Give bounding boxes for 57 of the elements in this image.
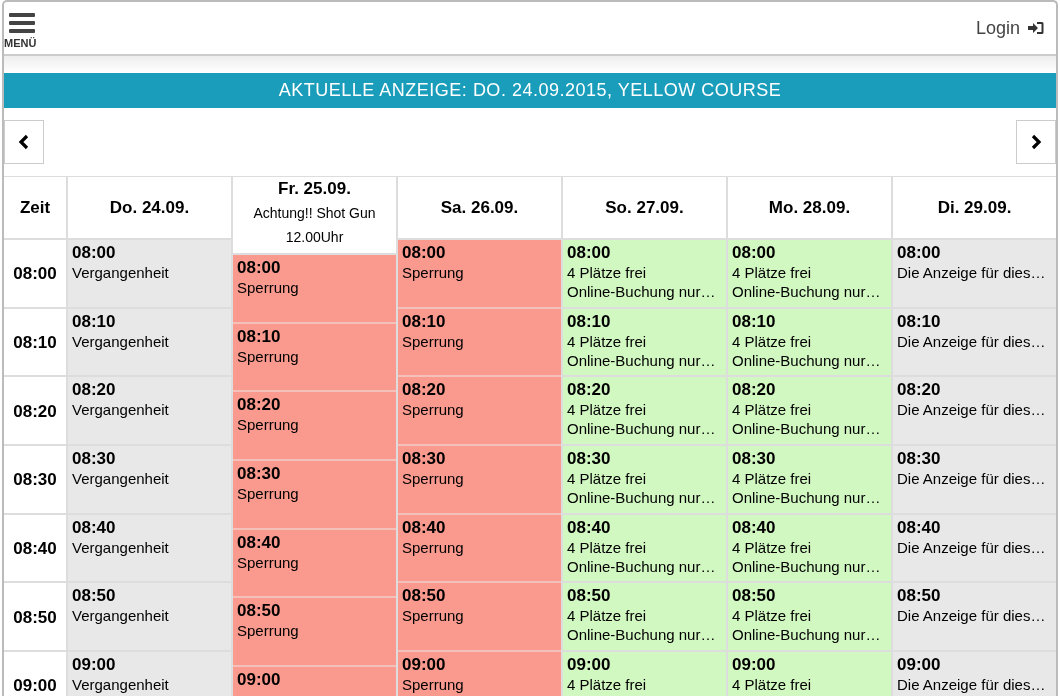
blocked-slot-cell[interactable]: 08:10 Sperrung [398, 308, 561, 378]
free-slot-cell[interactable]: 09:00 4 Plätze frei [728, 652, 891, 696]
previous-button[interactable] [4, 120, 44, 164]
blocked-slot-cell[interactable]: 08:50 Sperrung [398, 583, 561, 653]
time-label: 08:10 [4, 308, 66, 378]
past-slot-cell[interactable]: 08:40 Vergangenheit [68, 514, 231, 584]
free-slot-cell[interactable]: 08:40 4 Plätze frei Online-Buchung nur… [563, 514, 726, 584]
blocked-slot-cell[interactable]: 08:30 Sperrung [398, 446, 561, 515]
time-label: 08:20 [4, 377, 66, 447]
current-view-banner: AKTUELLE ANZEIGE: DO. 24.09.2015, YELLOW COURSE [4, 73, 1056, 108]
past-slot-cell[interactable]: 08:00 Vergangenheit [68, 240, 231, 309]
blocked-slot-cell[interactable]: 08:30 Sperrung [233, 461, 396, 530]
login-button[interactable]: Login [971, 13, 1048, 43]
blocked-slot-cell[interactable]: 09:00 [233, 667, 396, 696]
free-slot-cell[interactable]: 08:30 4 Plätze frei Online-Buchung nur… [563, 446, 726, 515]
blocked-slot-cell[interactable]: 08:00 Sperrung [233, 255, 396, 324]
free-slot-cell[interactable]: 08:50 4 Plätze frei Online-Buchung nur… [563, 583, 726, 653]
blocked-slot-cell[interactable]: 08:20 Sperrung [233, 392, 396, 462]
past-slot-cell[interactable]: 09:00 Vergangenheit [68, 652, 231, 696]
unavailable-slot-cell[interactable]: 08:00 Die Anzeige für dies… [893, 240, 1056, 309]
blocked-slot-cell[interactable]: 08:10 Sperrung [233, 323, 396, 393]
blocked-slot-cell[interactable]: 08:20 Sperrung [398, 377, 561, 447]
login-icon [1028, 21, 1044, 35]
past-slot-cell[interactable]: 08:30 Vergangenheit [68, 446, 231, 515]
unavailable-slot-cell[interactable]: 08:50 Die Anzeige für dies… [893, 583, 1056, 653]
unavailable-slot-cell[interactable]: 09:00 Die Anzeige für dies… [893, 652, 1056, 696]
free-slot-cell[interactable]: 08:10 4 Plätze frei Online-Buchung nur… [563, 308, 726, 378]
free-slot-cell[interactable]: 08:40 4 Plätze frei Online-Buchung nur… [728, 514, 891, 584]
time-label: 08:50 [4, 583, 66, 653]
free-slot-cell[interactable]: 08:50 4 Plätze frei Online-Buchung nur… [728, 583, 891, 653]
past-slot-cell[interactable]: 08:50 Vergangenheit [68, 583, 231, 653]
free-slot-cell[interactable]: 08:30 4 Plätze frei Online-Buchung nur… [728, 446, 891, 515]
blocked-slot-cell[interactable]: 08:40 Sperrung [233, 529, 396, 599]
next-button[interactable] [1016, 120, 1056, 164]
unavailable-slot-cell[interactable]: 08:20 Die Anzeige für dies… [893, 377, 1056, 447]
blocked-slot-cell[interactable]: 09:00 Sperrung [398, 652, 561, 696]
blocked-slot-cell[interactable]: 08:40 Sperrung [398, 514, 561, 584]
free-slot-cell[interactable]: 08:20 4 Plätze frei Online-Buchung nur… [563, 377, 726, 447]
free-slot-cell[interactable]: 08:20 4 Plätze frei Online-Buchung nur… [728, 377, 891, 447]
free-slot-cell[interactable]: 09:00 4 Plätze frei [563, 652, 726, 696]
menu-button[interactable]: MENÜ [4, 7, 38, 49]
unavailable-slot-cell[interactable]: 08:30 Die Anzeige für dies… [893, 446, 1056, 515]
blocked-slot-cell[interactable]: 08:00 Sperrung [398, 240, 561, 309]
unavailable-slot-cell[interactable]: 08:10 Die Anzeige für dies… [893, 308, 1056, 378]
blocked-slot-cell[interactable]: 08:50 Sperrung [233, 598, 396, 668]
time-label: 08:30 [4, 446, 66, 515]
unavailable-slot-cell[interactable]: 08:40 Die Anzeige für dies… [893, 514, 1056, 584]
time-label: 09:00 [4, 652, 66, 696]
free-slot-cell[interactable]: 08:10 4 Plätze frei Online-Buchung nur… [728, 308, 891, 378]
time-label: 08:40 [4, 514, 66, 584]
free-slot-cell[interactable]: 08:00 4 Plätze frei Online-Buchung nur… [728, 240, 891, 309]
chevron-right-icon [1030, 134, 1042, 150]
free-slot-cell[interactable]: 08:00 4 Plätze frei Online-Buchung nur… [563, 240, 726, 309]
past-slot-cell[interactable]: 08:20 Vergangenheit [68, 377, 231, 447]
chevron-left-icon [18, 134, 30, 150]
past-slot-cell[interactable]: 08:10 Vergangenheit [68, 308, 231, 378]
time-label: 08:00 [4, 240, 66, 309]
